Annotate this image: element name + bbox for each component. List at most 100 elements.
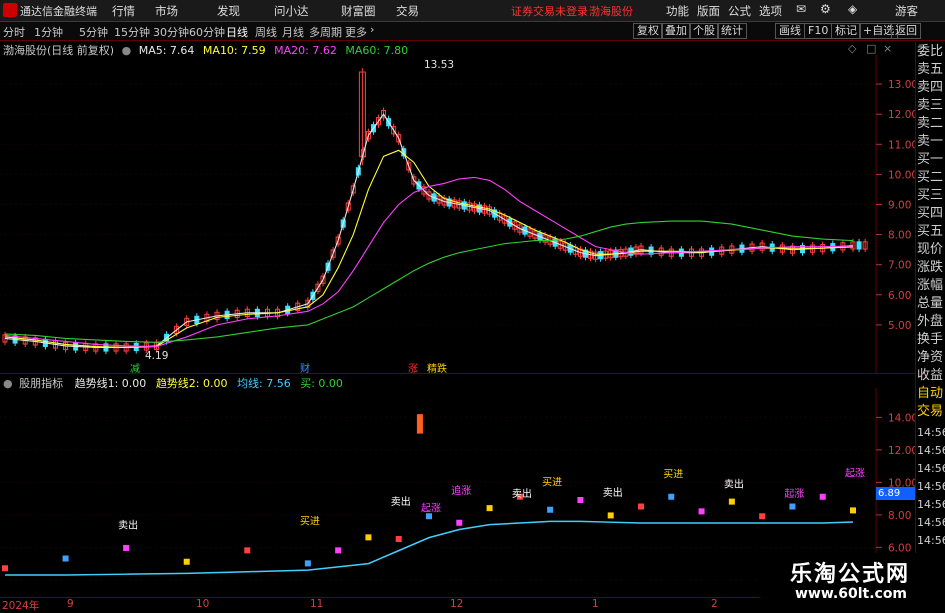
x-label-year: 2024年 <box>2 600 40 612</box>
side-trade-label[interactable]: 自动 <box>917 386 943 402</box>
stats-button[interactable]: 统计 <box>717 23 747 39</box>
menu-quotes[interactable]: 行情 <box>112 3 135 19</box>
signal-block <box>365 534 372 541</box>
side-time: 14:56 <box>917 534 945 547</box>
period-5min[interactable]: 5分钟 <box>79 24 108 40</box>
menu-trade[interactable]: 交易 <box>396 3 419 19</box>
maximize-icon[interactable]: □ <box>866 42 876 55</box>
mark-button[interactable]: 标记 <box>831 23 861 39</box>
panel-separator <box>0 373 915 374</box>
current-value-tag: 6.89 <box>876 487 916 500</box>
signal-label: 卖出 <box>724 477 744 490</box>
main-y-tick-label: 10.00 <box>888 169 915 181</box>
signal-label: 卖出 <box>512 487 532 500</box>
signal-block <box>728 498 735 505</box>
side-label: 换手 <box>917 332 944 347</box>
f10-button[interactable]: F10 <box>804 23 833 39</box>
side-label: 卖一 <box>917 134 944 149</box>
signal-label: 买进 <box>663 469 683 481</box>
side-trade-label[interactable]: 交易 <box>917 404 943 420</box>
period-toolbar: 分时 1分钟 5分钟 15分钟 30分钟 60分钟 日线 周线 月线 多周期 更… <box>0 22 945 41</box>
period-more[interactable]: 更多 <box>345 24 367 40</box>
signal-block <box>607 512 614 519</box>
sub-grid <box>0 416 876 581</box>
toolbar-spacer <box>745 23 747 37</box>
gear-icon[interactable]: ⚙ <box>820 2 831 16</box>
signal-block <box>759 513 766 520</box>
main-y-tick-label: 9.00 <box>888 199 911 211</box>
candlestick-chart[interactable]: 13.00 12.00 11.00 10.00 9.00 8.00 7.00 6.00 5.00 <box>0 55 915 373</box>
menu-wealth[interactable]: 财富圈 <box>341 3 376 19</box>
stock-button[interactable]: 个股 <box>689 23 719 39</box>
signal-label: 买进 <box>300 516 320 528</box>
side-label: 买一 <box>917 152 944 167</box>
period-multi[interactable]: 多周期 <box>309 24 342 40</box>
x-label-jan: 1 <box>592 598 599 610</box>
side-label: 委比 <box>917 44 944 59</box>
period-monthly[interactable]: 月线 <box>282 24 304 40</box>
menu-market[interactable]: 市场 <box>155 3 178 19</box>
login-notice[interactable]: 证券交易未登录 <box>511 3 588 19</box>
diamond-icon[interactable]: ◇ <box>848 42 856 55</box>
signal-block <box>244 547 251 554</box>
candle-body <box>856 241 862 250</box>
side-time: 14:56 <box>917 444 945 457</box>
main-grid <box>0 83 876 326</box>
main-y-tick-label: 13.00 <box>888 79 915 91</box>
main-y-tick-label: 5.00 <box>888 320 911 332</box>
period-30min[interactable]: 30分钟 <box>153 24 189 40</box>
signal-block <box>668 493 675 500</box>
menu-ask[interactable]: 问小达 <box>274 3 309 19</box>
watermark-title: 乐淘公式网 <box>790 562 911 587</box>
signal-block <box>2 565 8 572</box>
ma-line-ma10 <box>4 149 854 349</box>
signal-label: 卖出 <box>391 495 411 508</box>
menu-layout[interactable]: 版面 <box>697 3 720 19</box>
message-icon[interactable]: ✉ <box>796 2 806 16</box>
menu-formula[interactable]: 公式 <box>728 3 751 19</box>
x-label-feb: 2 <box>711 598 718 610</box>
period-60min[interactable]: 60分钟 <box>189 24 225 40</box>
side-label: 卖三 <box>917 98 944 113</box>
main-y-tick-label: 12.00 <box>888 109 915 121</box>
side-label: 买四 <box>917 206 944 221</box>
side-label: 涨幅 <box>917 278 944 293</box>
draw-button[interactable]: 画线 <box>775 23 805 39</box>
adjust-button[interactable]: 复权 <box>633 23 663 39</box>
chevron-right-icon[interactable]: › <box>370 23 374 36</box>
period-daily[interactable]: 日线 <box>226 24 248 40</box>
main-y-tick-label: 8.00 <box>888 230 911 242</box>
signal-block <box>577 497 584 503</box>
peak-signal-bar <box>416 414 423 434</box>
period-15min[interactable]: 15分钟 <box>114 24 150 40</box>
signal-block <box>789 503 796 510</box>
high-price-label: 13.53 <box>424 59 455 71</box>
signal-block <box>486 505 493 512</box>
menu-function[interactable]: 功能 <box>666 3 689 19</box>
menu-options[interactable]: 选项 <box>759 3 782 19</box>
overlay-button[interactable]: 叠加 <box>661 23 691 39</box>
user-label[interactable]: 游客 <box>895 3 918 19</box>
signal-block <box>123 544 130 551</box>
signal-label: 起涨 <box>784 488 804 500</box>
close-icon[interactable]: × <box>883 42 892 55</box>
side-label: 净资 <box>917 350 944 365</box>
ma-lines <box>4 113 854 349</box>
signal-label: 卖出 <box>603 486 623 499</box>
sub-y-tick-label: 8.00 <box>888 510 911 522</box>
menu-discover[interactable]: 发现 <box>217 3 240 19</box>
signal-block <box>62 555 69 562</box>
period-1min[interactable]: 1分钟 <box>34 24 63 40</box>
signal-label: 起涨 <box>421 503 441 515</box>
side-label: 总量 <box>917 296 944 311</box>
signal-block <box>183 558 190 565</box>
signal-block <box>547 506 554 513</box>
main-y-ticks: 13.00 12.00 11.00 10.00 9.00 8.00 7.00 6.00 5.00 <box>876 79 915 332</box>
shield-icon[interactable]: ◈ <box>848 2 857 16</box>
side-label: 买三 <box>917 188 944 203</box>
back-button[interactable]: 返回 <box>891 23 921 39</box>
period-weekly[interactable]: 周线 <box>255 24 277 40</box>
x-label-sep: 9 <box>67 598 74 610</box>
sub-y-tick-label: 14.00 <box>888 412 915 424</box>
period-tick[interactable]: 分时 <box>3 24 25 40</box>
